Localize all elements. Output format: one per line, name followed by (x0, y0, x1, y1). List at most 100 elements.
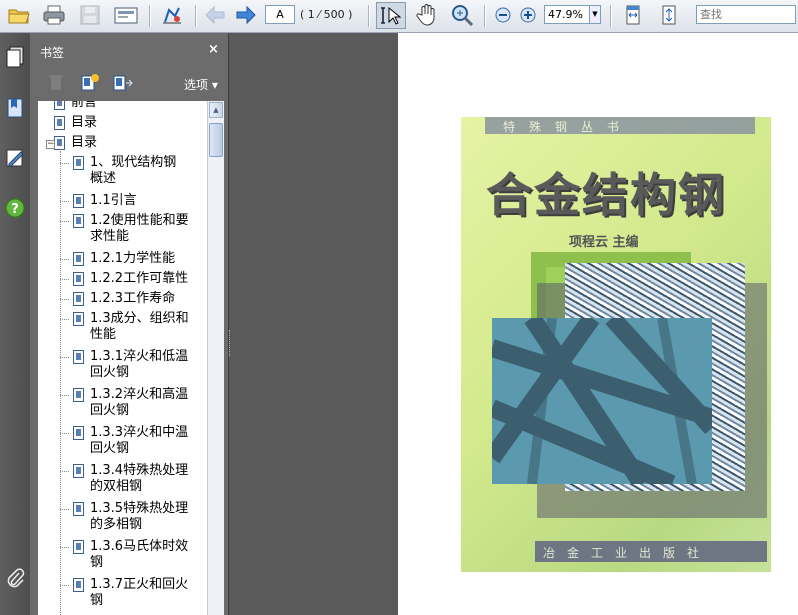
email-icon[interactable] (112, 3, 140, 27)
bookmark-icon (73, 312, 84, 326)
bookmark-scrollbar[interactable]: ▲ (207, 101, 224, 615)
bookmark-label: 钢 (90, 593, 104, 608)
main-toolbar: ( 1 ⁄ 500 ) ▼ (0, 0, 798, 33)
fit-page-icon[interactable] (656, 3, 682, 27)
bookmark-label: 1.3成分、组织和 (90, 311, 189, 326)
navigation-rail: ? (0, 33, 30, 615)
micrograph-pattern (484, 311, 719, 493)
bookmark-label: 1.2使用性能和要 (90, 213, 189, 228)
bookmark-label: 1、现代结构钢 (90, 155, 177, 170)
scrollbar-thumb[interactable] (209, 123, 223, 157)
tree-connector (60, 201, 69, 202)
bookmark-label: 1.2.1力学性能 (90, 251, 176, 266)
help-icon[interactable]: ? (4, 197, 26, 219)
expand-bookmark-icon[interactable] (112, 73, 133, 91)
zoom-dropdown-chevron-down-icon[interactable]: ▼ (590, 5, 601, 24)
bookmark-icon (73, 292, 84, 306)
collapse-toggle-icon[interactable]: − (46, 140, 55, 149)
bookmark-icon (73, 214, 84, 228)
publisher-name: 冶金工业出版社 (543, 546, 712, 560)
options-menu[interactable]: 选项 ▾ (184, 76, 218, 93)
toolbar-separator (195, 5, 197, 27)
book-cover-image: 特殊钢丛书 合金结构钢 项程云 主编 冶金工业出版社 (461, 117, 771, 572)
tree-connector (60, 433, 69, 434)
bookmark-label: 回火钢 (90, 403, 130, 418)
panel-title: 书签 (40, 46, 65, 60)
tree-connector (60, 319, 69, 320)
tree-connector (60, 547, 69, 548)
tree-connector (60, 509, 69, 510)
toolbar-separator (149, 5, 151, 27)
save-icon[interactable] (76, 3, 104, 27)
open-icon[interactable] (5, 3, 33, 27)
new-bookmark-icon[interactable] (80, 73, 100, 91)
bookmarks-panel-header: 书签 × 选项 ▾ (30, 33, 228, 95)
hand-tool-icon[interactable] (413, 3, 441, 27)
bookmark-label: 1.3.6马氏体时效 (90, 539, 189, 554)
attachments-icon[interactable] (4, 567, 26, 589)
book-title: 合金结构钢 (486, 168, 726, 222)
bookmark-label: 1.1引言 (90, 193, 137, 208)
zoom-tool-icon[interactable] (449, 3, 477, 27)
tree-connector (60, 163, 69, 164)
micrograph-image (484, 311, 719, 493)
search-input[interactable] (696, 5, 796, 24)
home-icon[interactable] (158, 3, 186, 27)
toolbar-separator (610, 5, 612, 27)
select-text-tool[interactable] (376, 2, 406, 29)
signatures-icon[interactable] (4, 147, 26, 169)
toolbar-separator (484, 5, 486, 27)
bookmark-label: 1.2.3工作寿命 (90, 291, 176, 306)
fit-width-icon[interactable] (620, 3, 646, 27)
book-author: 项程云 主编 (569, 235, 639, 250)
bookmarks-icon[interactable] (4, 97, 26, 119)
bookmark-label: 的多相钢 (90, 517, 143, 532)
print-icon[interactable] (40, 3, 68, 27)
pages-icon[interactable] (4, 46, 26, 68)
delete-bookmark-icon[interactable] (48, 73, 68, 91)
bookmark-label: 目录 (71, 115, 98, 130)
bookmark-icon (54, 101, 65, 110)
bookmark-label: 回火钢 (90, 441, 130, 456)
bookmark-label: 概述 (90, 171, 117, 186)
close-icon[interactable]: × (208, 42, 219, 57)
tree-connector (60, 585, 69, 586)
next-page-icon[interactable] (233, 3, 259, 27)
zoom-level-input[interactable] (544, 5, 590, 24)
bookmark-icon (73, 540, 84, 554)
bookmark-label: 1.3.5特殊热处理 (90, 501, 189, 516)
page-count-label: ( 1 ⁄ 500 ) (300, 8, 353, 21)
scroll-up-icon[interactable]: ▲ (209, 102, 223, 118)
bookmark-tree: 前言 目录 目录 −1、现代结构钢 概述 1.1引言 1.2使用性能和要 求性能 1.2.1力学… (38, 101, 215, 615)
bookmark-icon (73, 156, 84, 170)
bookmark-icon (73, 272, 84, 286)
bookmark-icon (73, 252, 84, 266)
bookmark-label: 1.2.2工作可靠性 (90, 271, 189, 286)
bookmark-label: 钢 (90, 555, 104, 570)
bookmark-label: 前言 (71, 101, 98, 110)
tree-connector (60, 471, 69, 472)
bookmark-icon (54, 136, 65, 150)
zoom-in-icon[interactable] (518, 3, 538, 27)
series-title: 特殊钢丛书 (503, 120, 634, 134)
bookmark-label: 目录 (71, 135, 98, 150)
tree-connector (60, 221, 69, 222)
svg-text:?: ? (11, 202, 19, 217)
previous-page-icon[interactable] (202, 3, 228, 27)
bookmark-label: 1.3.3淬火和中温 (90, 425, 189, 440)
bookmark-label: 1.3.4特殊热处理 (90, 463, 189, 478)
zoom-out-icon[interactable] (493, 3, 513, 27)
tree-connector (60, 357, 69, 358)
bookmark-icon (73, 388, 84, 402)
select-text-icon (381, 6, 402, 25)
bookmark-icon (73, 194, 84, 208)
document-gutter (230, 33, 398, 615)
tree-connector (60, 151, 61, 615)
page-number-input[interactable] (265, 5, 295, 24)
bookmark-label: 求性能 (90, 229, 130, 244)
bookmark-icon (73, 464, 84, 478)
tree-connector (60, 279, 69, 280)
bookmark-icon (73, 350, 84, 364)
tree-connector (60, 395, 69, 396)
bookmark-label: 1.3.7正火和回火 (90, 577, 189, 592)
